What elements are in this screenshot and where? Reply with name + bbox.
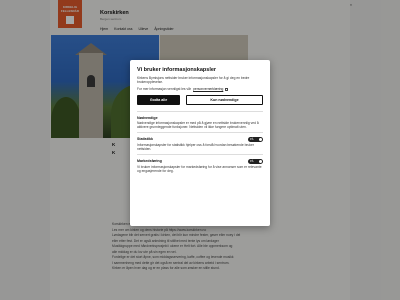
consent-buttons: Godta alle Kun nødvendige [137,95,263,106]
divider [137,111,263,112]
necessary-only-button[interactable]: Kun nødvendige [186,95,263,106]
marketing-toggle[interactable]: PÅ [248,159,263,164]
section-necessary: Nødvendige Nødvendige informasjonskapsle… [137,116,263,129]
section-text-statistics: Informasjonskapsler for statistikk hjelp… [137,143,254,152]
marketing-toggle-row: Markedsføring PÅ [137,159,263,164]
statistics-toggle[interactable]: PÅ [248,137,263,142]
statistics-toggle-label: PÅ [250,137,254,141]
divider [137,132,263,133]
accept-all-button[interactable]: Godta alle [137,95,180,106]
section-text-necessary: Nødvendige informasjonskapsler er med på… [137,121,259,130]
cookie-dialog-title: Vi bruker informasjonskapsler [137,67,217,73]
cookie-dialog-intro: Kirkens Bymisjons nettsider bruker infor… [137,76,250,85]
section-statistics: Statistikk PÅ Informasjonskapsler for st… [137,137,263,151]
section-title-statistics: Statistikk [137,137,153,141]
toggle-knob [258,137,263,142]
privacy-link-prefix: For mer informasjon vennligst les vår [137,87,192,92]
statistics-toggle-row: Statistikk PÅ [137,137,263,142]
divider [137,154,263,155]
privacy-link-row: For mer informasjon vennligst les vår pe… [137,87,263,91]
privacy-policy-link[interactable]: personvernerklæring [193,87,223,91]
cookie-consent-content: Vi bruker informasjonskapsler Kirkens By… [137,67,263,173]
section-marketing: Markedsføring PÅ Vi bruker informasjonsk… [137,159,263,173]
toggle-knob [258,159,263,164]
section-text-marketing: Vi bruker informasjonskapsler for marked… [137,165,262,174]
external-link-icon [225,87,229,91]
cookie-consent-dialog: Vi bruker informasjonskapsler Kirkens By… [130,60,270,226]
section-title-marketing: Markedsføring [137,159,162,163]
section-title-necessary: Nødvendige [137,116,158,120]
marketing-toggle-label: PÅ [250,159,254,163]
